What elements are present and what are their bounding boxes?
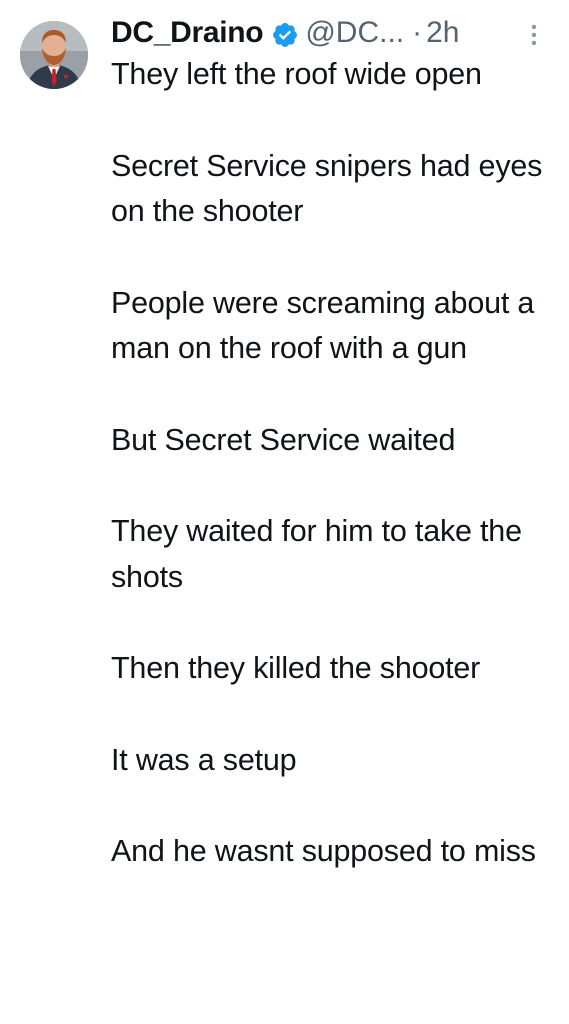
tweet-text: They left the roof wide open Secret Serv… [111, 52, 556, 875]
user-handle[interactable]: @DC... [305, 12, 404, 54]
tweet-paragraph: Secret Service snipers had eyes on the s… [111, 148, 543, 229]
tweet-paragraph: And he wasnt supposed to miss [111, 834, 536, 868]
avatar-image [20, 21, 88, 89]
tweet-paragraph: They waited for him to take the shots [111, 514, 522, 594]
timestamp[interactable]: 2h [426, 12, 459, 54]
tweet-paragraph: Then they killed the shooter [111, 651, 481, 685]
tweet-header: DC_Draino @DC... · 2h [111, 12, 460, 54]
verified-badge-icon[interactable] [271, 19, 299, 47]
tweet-paragraph: They left the roof wide open [111, 57, 482, 91]
avatar[interactable] [20, 21, 88, 89]
tweet-paragraph: But Secret Service waited [111, 422, 456, 457]
tweet-paragraph: It was a setup [111, 742, 297, 777]
tweet-paragraph: People were screaming about a man on the… [111, 285, 535, 366]
separator-dot: · [412, 16, 423, 49]
display-name[interactable]: DC_Draino [111, 12, 264, 54]
more-options-icon[interactable] [527, 22, 541, 48]
tweet: DC_Draino @DC... · 2h They left the roof… [0, 0, 569, 1024]
